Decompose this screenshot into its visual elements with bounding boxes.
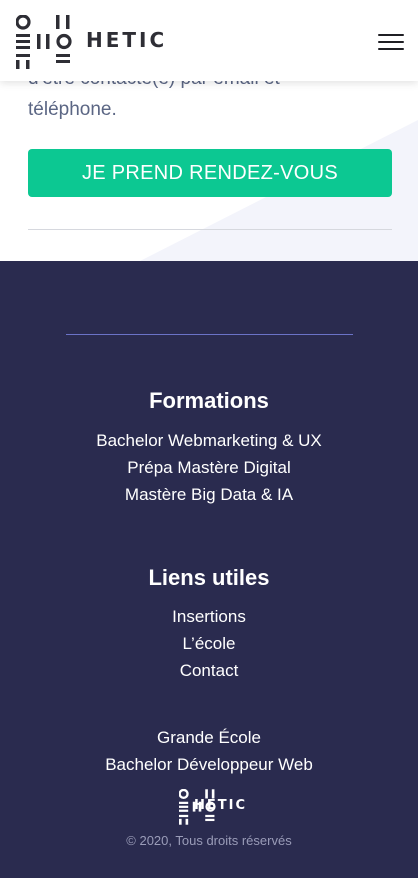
hamburger-menu-icon[interactable] (378, 32, 406, 52)
hetic-logo-icon (16, 15, 72, 69)
logo-wordmark: HETIC (86, 28, 168, 52)
footer-link-contact[interactable]: Contact (0, 660, 418, 682)
menu-bar (378, 34, 404, 36)
copyright-text: © 2020, Tous droits réservés (126, 833, 292, 848)
liens-utiles-heading: Liens utiles (148, 565, 270, 590)
formations-heading: Formations (149, 388, 269, 413)
menu-bar (378, 48, 404, 50)
content-divider (28, 229, 392, 230)
footer-link-insertions[interactable]: Insertions (0, 606, 418, 628)
menu-bar (378, 41, 404, 43)
contact-consent-text-line2: téléphone. (28, 99, 117, 120)
footer-hetic-logo[interactable]: HETIC (148, 788, 252, 825)
footer-link-ecole[interactable]: L’école (0, 633, 418, 655)
site-header: HETIC (0, 0, 418, 81)
footer-divider (66, 334, 353, 335)
site-footer: Formations Bachelor Webmarketing & UX Pr… (0, 261, 418, 878)
appointment-button[interactable]: JE PREND RENDEZ-VOUS (28, 149, 392, 197)
hetic-logo[interactable]: HETIC (16, 15, 168, 69)
footer-link-prepa-mastere[interactable]: Prépa Mastère Digital (0, 457, 418, 479)
footer-logo-wordmark: HETIC (194, 798, 248, 813)
footer-link-mastere-big-data[interactable]: Mastère Big Data & IA (0, 484, 418, 506)
footer-link-grande-ecole[interactable]: Grande École (0, 727, 418, 749)
footer-link-bachelor-webmarketing[interactable]: Bachelor Webmarketing & UX (0, 430, 418, 452)
footer-link-bachelor-developpeur[interactable]: Bachelor Développeur Web (0, 754, 418, 776)
